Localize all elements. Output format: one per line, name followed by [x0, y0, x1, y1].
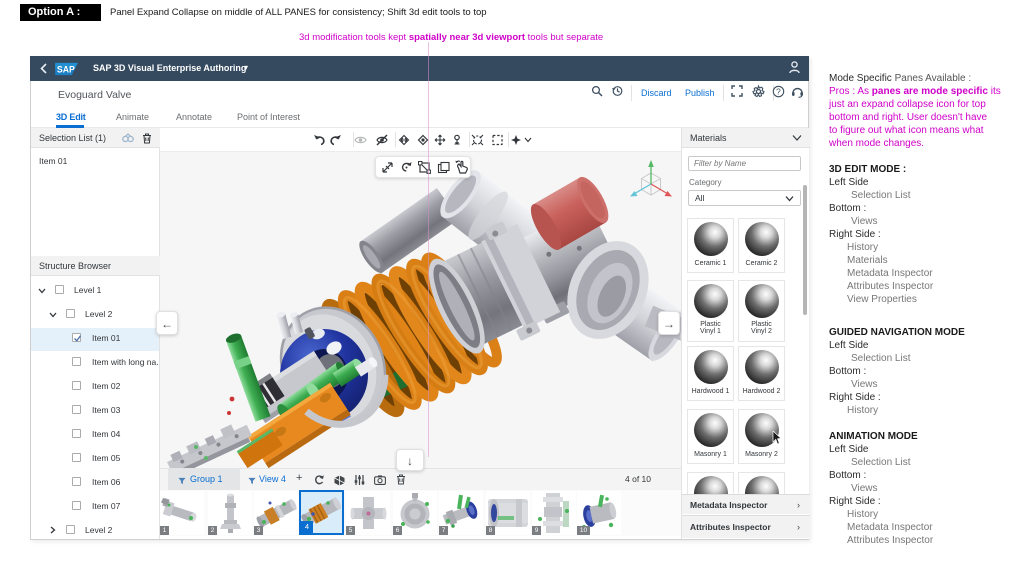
svg-text:SAP: SAP: [57, 65, 75, 75]
svg-text:?: ?: [776, 87, 781, 97]
